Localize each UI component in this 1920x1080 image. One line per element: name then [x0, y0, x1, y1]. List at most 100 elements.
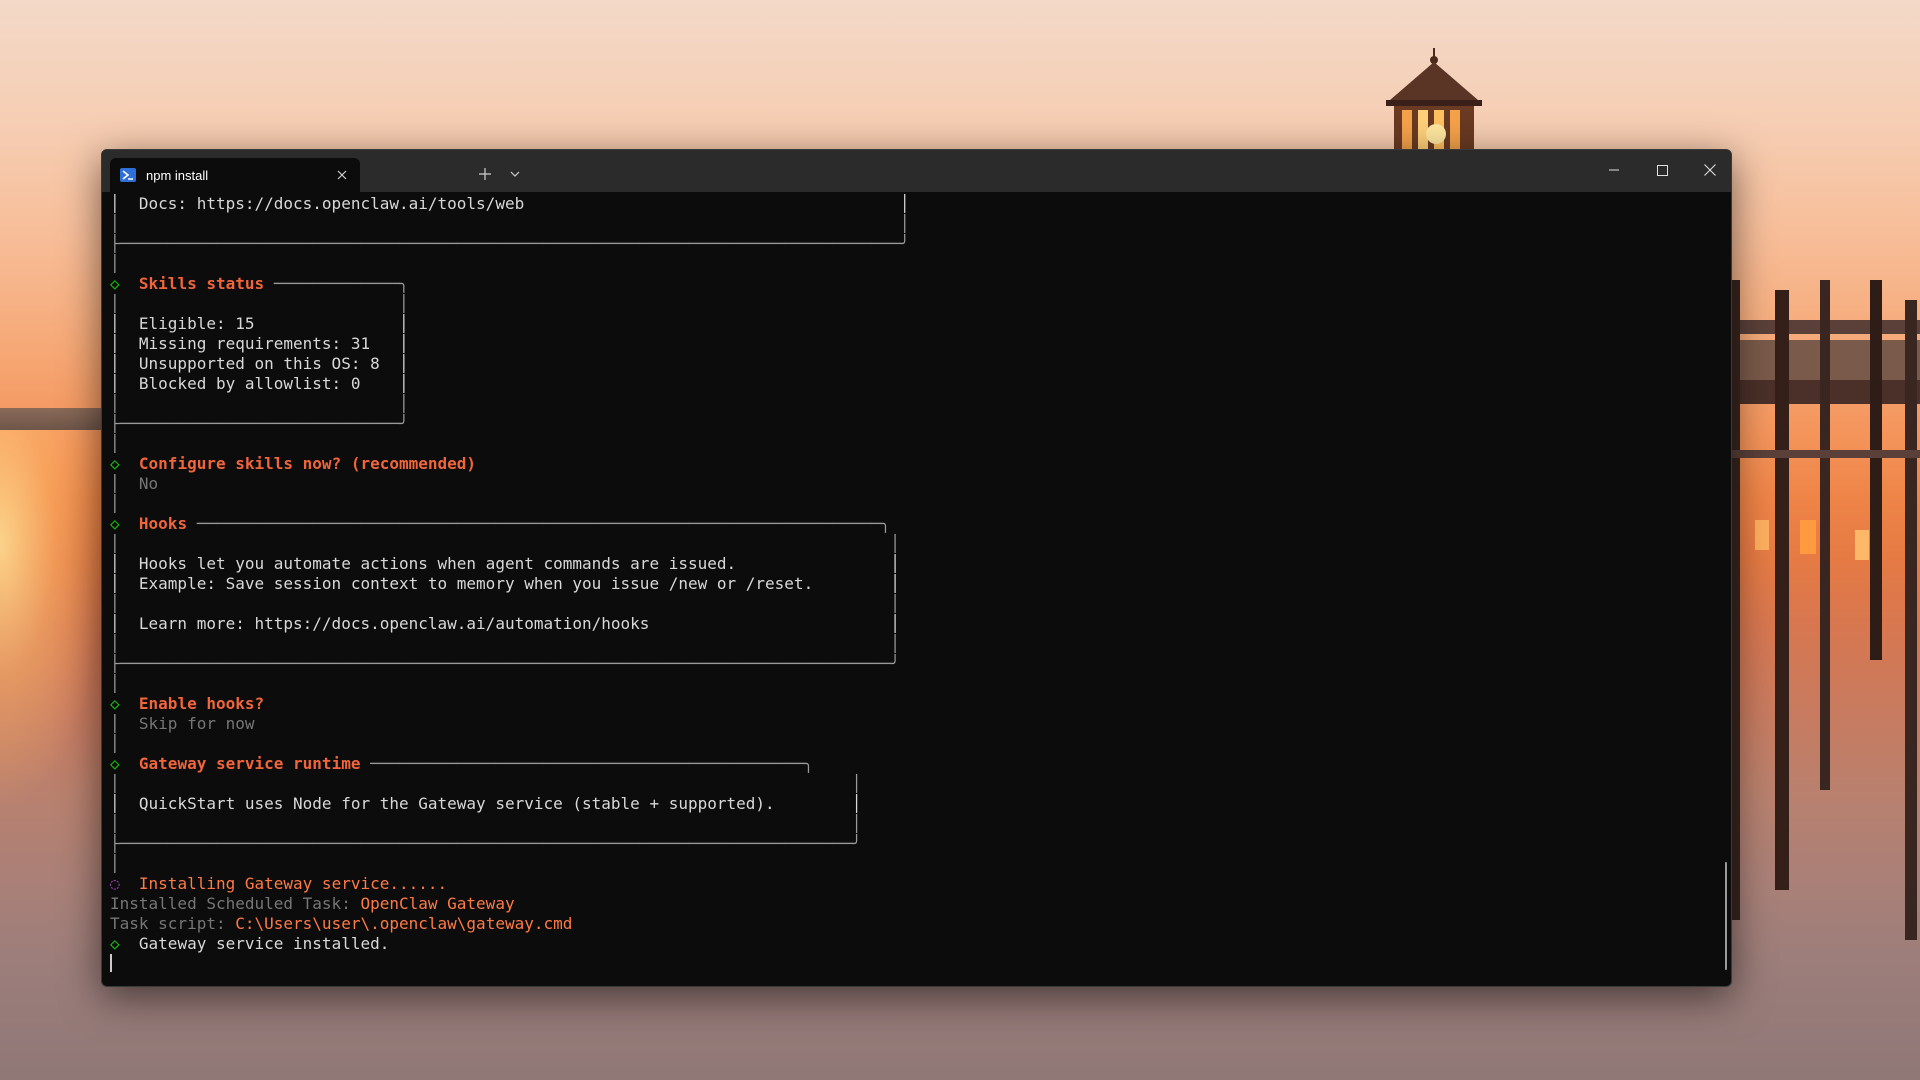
terminal-line: │	[110, 494, 1721, 514]
terminal-text: ├─────────────────────────────╯	[110, 414, 409, 433]
terminal-line: │ Skip for now	[110, 714, 1721, 734]
terminal-line: ├───────────────────────────────────────…	[110, 654, 1721, 674]
terminal-line: ◇ Skills status ─────────────╮	[110, 274, 1721, 294]
terminal-text: │ Eligible: 15 │	[110, 314, 409, 333]
terminal-text: │	[110, 734, 120, 753]
terminal-line: │ │	[110, 534, 1721, 554]
terminal-line: │ │	[110, 394, 1721, 414]
terminal-line: ◇ Gateway service runtime ──────────────…	[110, 754, 1721, 774]
shoreline	[0, 408, 110, 430]
text-cursor	[110, 954, 112, 972]
terminal-text: │ Example: Save session context to memor…	[110, 574, 900, 593]
terminal-line: │	[110, 734, 1721, 754]
terminal-text: ◌	[110, 874, 139, 893]
terminal-line: ├─────────────────────────────╯	[110, 414, 1721, 434]
terminal-text: │ │	[110, 814, 862, 833]
terminal-line: │	[110, 434, 1721, 454]
tab-title: npm install	[146, 167, 209, 183]
title-bar[interactable]: npm install	[102, 150, 1731, 192]
terminal-text: │ │	[110, 634, 900, 653]
terminal-line: │ Example: Save session context to memor…	[110, 574, 1721, 594]
terminal-line: │ │	[110, 214, 1721, 234]
terminal-text: C:\Users\user\.openclaw\gateway.cmd	[235, 914, 573, 933]
terminal-text: OpenClaw Gateway	[360, 894, 515, 913]
terminal-text: │	[110, 714, 139, 733]
terminal-text: │ │	[110, 534, 900, 553]
terminal-text: Gateway service runtime	[138, 754, 361, 773]
terminal-text: │ │	[110, 594, 900, 613]
terminal-text: ─────────────╮	[264, 274, 409, 293]
terminal-line: │	[110, 674, 1721, 694]
terminal-line: │ Docs: https://docs.openclaw.ai/tools/w…	[110, 194, 1721, 214]
terminal-text: │	[110, 434, 120, 453]
terminal-line: │ Unsupported on this OS: 8 │	[110, 354, 1721, 374]
terminal-line: ◇ Configure skills now? (recommended)	[110, 454, 1721, 474]
close-icon[interactable]	[1687, 150, 1731, 190]
tab-npm-install[interactable]: npm install	[110, 158, 360, 192]
lighthouse-top	[1386, 48, 1482, 150]
maximize-icon[interactable]	[1639, 150, 1685, 190]
terminal-text: ◇	[110, 694, 139, 713]
terminal-text: ────────────────────────────────────────…	[187, 514, 891, 533]
terminal-line: │ │	[110, 294, 1721, 314]
scrollbar-thumb[interactable]	[1725, 862, 1727, 970]
chevron-down-icon[interactable]	[504, 163, 526, 185]
new-tab-plus-icon[interactable]	[474, 163, 496, 185]
powershell-icon	[120, 167, 136, 183]
terminal-line: ◌ Installing Gateway service......	[110, 874, 1721, 894]
terminal-text: Gateway service installed.	[138, 934, 390, 953]
terminal-text: │ Docs: https://docs.openclaw.ai/tools/w…	[110, 194, 910, 213]
terminal-line: │ Blocked by allowlist: 0 │	[110, 374, 1721, 394]
terminal-line: │	[110, 254, 1721, 274]
terminal-text: No	[138, 474, 159, 493]
terminal-text: ◇	[110, 274, 139, 293]
terminal-text: │	[110, 494, 120, 513]
terminal-text: │ Hooks let you automate actions when ag…	[110, 554, 900, 573]
terminal-line: │ Missing requirements: 31 │	[110, 334, 1721, 354]
prompt-line[interactable]	[110, 954, 1721, 974]
terminal-line: ├───────────────────────────────────────…	[110, 234, 1721, 254]
terminal-text: Configure skills now? (recommended)	[138, 454, 477, 473]
terminal-line: ◇ Gateway service installed.	[110, 934, 1721, 954]
pier-scenery	[1700, 280, 1920, 940]
terminal-text: │	[110, 474, 139, 493]
terminal-text: Hooks	[138, 514, 188, 533]
terminal-line: ◇ Hooks ────────────────────────────────…	[110, 514, 1721, 534]
terminal-text: ├───────────────────────────────────────…	[110, 234, 910, 253]
terminal-line: │	[110, 854, 1721, 874]
terminal-text: │	[110, 254, 120, 273]
terminal-line: ├───────────────────────────────────────…	[110, 834, 1721, 854]
terminal-line: Installed Scheduled Task: OpenClaw Gatew…	[110, 894, 1721, 914]
terminal-line: │ │	[110, 774, 1721, 794]
terminal-text: ────────────────────────────────────────…	[360, 754, 814, 773]
terminal-text: ◇	[110, 934, 139, 953]
terminal-line: │ Hooks let you automate actions when ag…	[110, 554, 1721, 574]
terminal-text: Installed Scheduled Task:	[110, 894, 361, 913]
terminal-line: ◇ Enable hooks?	[110, 694, 1721, 714]
terminal-text: Enable hooks?	[138, 694, 265, 713]
terminal-text: ├───────────────────────────────────────…	[110, 834, 862, 853]
minimize-icon[interactable]	[1591, 150, 1637, 190]
terminal-line: │ Learn more: https://docs.openclaw.ai/a…	[110, 614, 1721, 634]
terminal-text: │ │	[110, 394, 409, 413]
terminal-text: Task script:	[110, 914, 236, 933]
terminal-line: │ QuickStart uses Node for the Gateway s…	[110, 794, 1721, 814]
sun-reflection	[0, 430, 110, 810]
terminal-text: │ │	[110, 214, 910, 233]
terminal-line: │ Eligible: 15 │	[110, 314, 1721, 334]
terminal-text: │ Blocked by allowlist: 0 │	[110, 374, 409, 393]
terminal-text: │ Missing requirements: 31 │	[110, 334, 409, 353]
terminal-line: │ │	[110, 814, 1721, 834]
terminal-output[interactable]: │ Docs: https://docs.openclaw.ai/tools/w…	[110, 194, 1721, 986]
terminal-text: Installing Gateway service......	[138, 874, 448, 893]
tab-close-icon[interactable]	[332, 165, 352, 185]
terminal-text: Skip for now	[138, 714, 255, 733]
terminal-text: ◇	[110, 754, 139, 773]
terminal-line: │ │	[110, 594, 1721, 614]
terminal-text: Skills status	[138, 274, 265, 293]
terminal-text: │	[110, 674, 120, 693]
terminal-text: │ │	[110, 774, 862, 793]
terminal-text: ├───────────────────────────────────────…	[110, 654, 900, 673]
terminal-text: │ QuickStart uses Node for the Gateway s…	[110, 794, 862, 813]
terminal-line: Task script: C:\Users\user\.openclaw\gat…	[110, 914, 1721, 934]
